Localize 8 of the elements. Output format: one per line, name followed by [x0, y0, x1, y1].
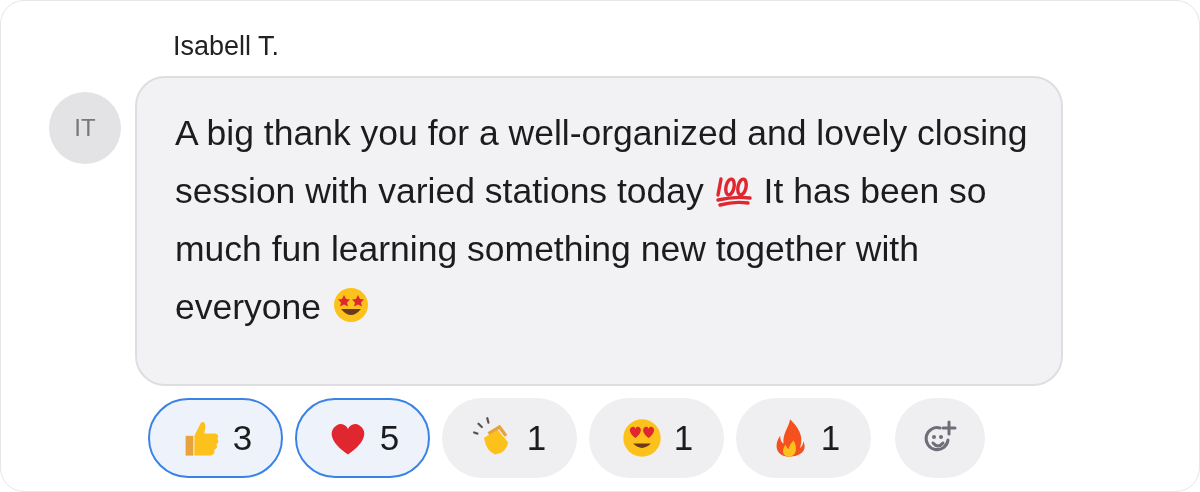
avatar: IT [49, 92, 121, 164]
reaction-button[interactable]: 1 [736, 398, 871, 478]
reaction-button[interactable]: 1 [589, 398, 724, 478]
reaction-button[interactable]: 5 [295, 398, 430, 478]
reaction-button[interactable]: 3 [148, 398, 283, 478]
reaction-button[interactable]: 1 [442, 398, 577, 478]
sender-name: Isabell T. [173, 31, 280, 62]
message-text: A big thank you for a well-organized and lovely closing session with varied stations today It has been so much fun learning something new together with everyone [175, 112, 1029, 329]
